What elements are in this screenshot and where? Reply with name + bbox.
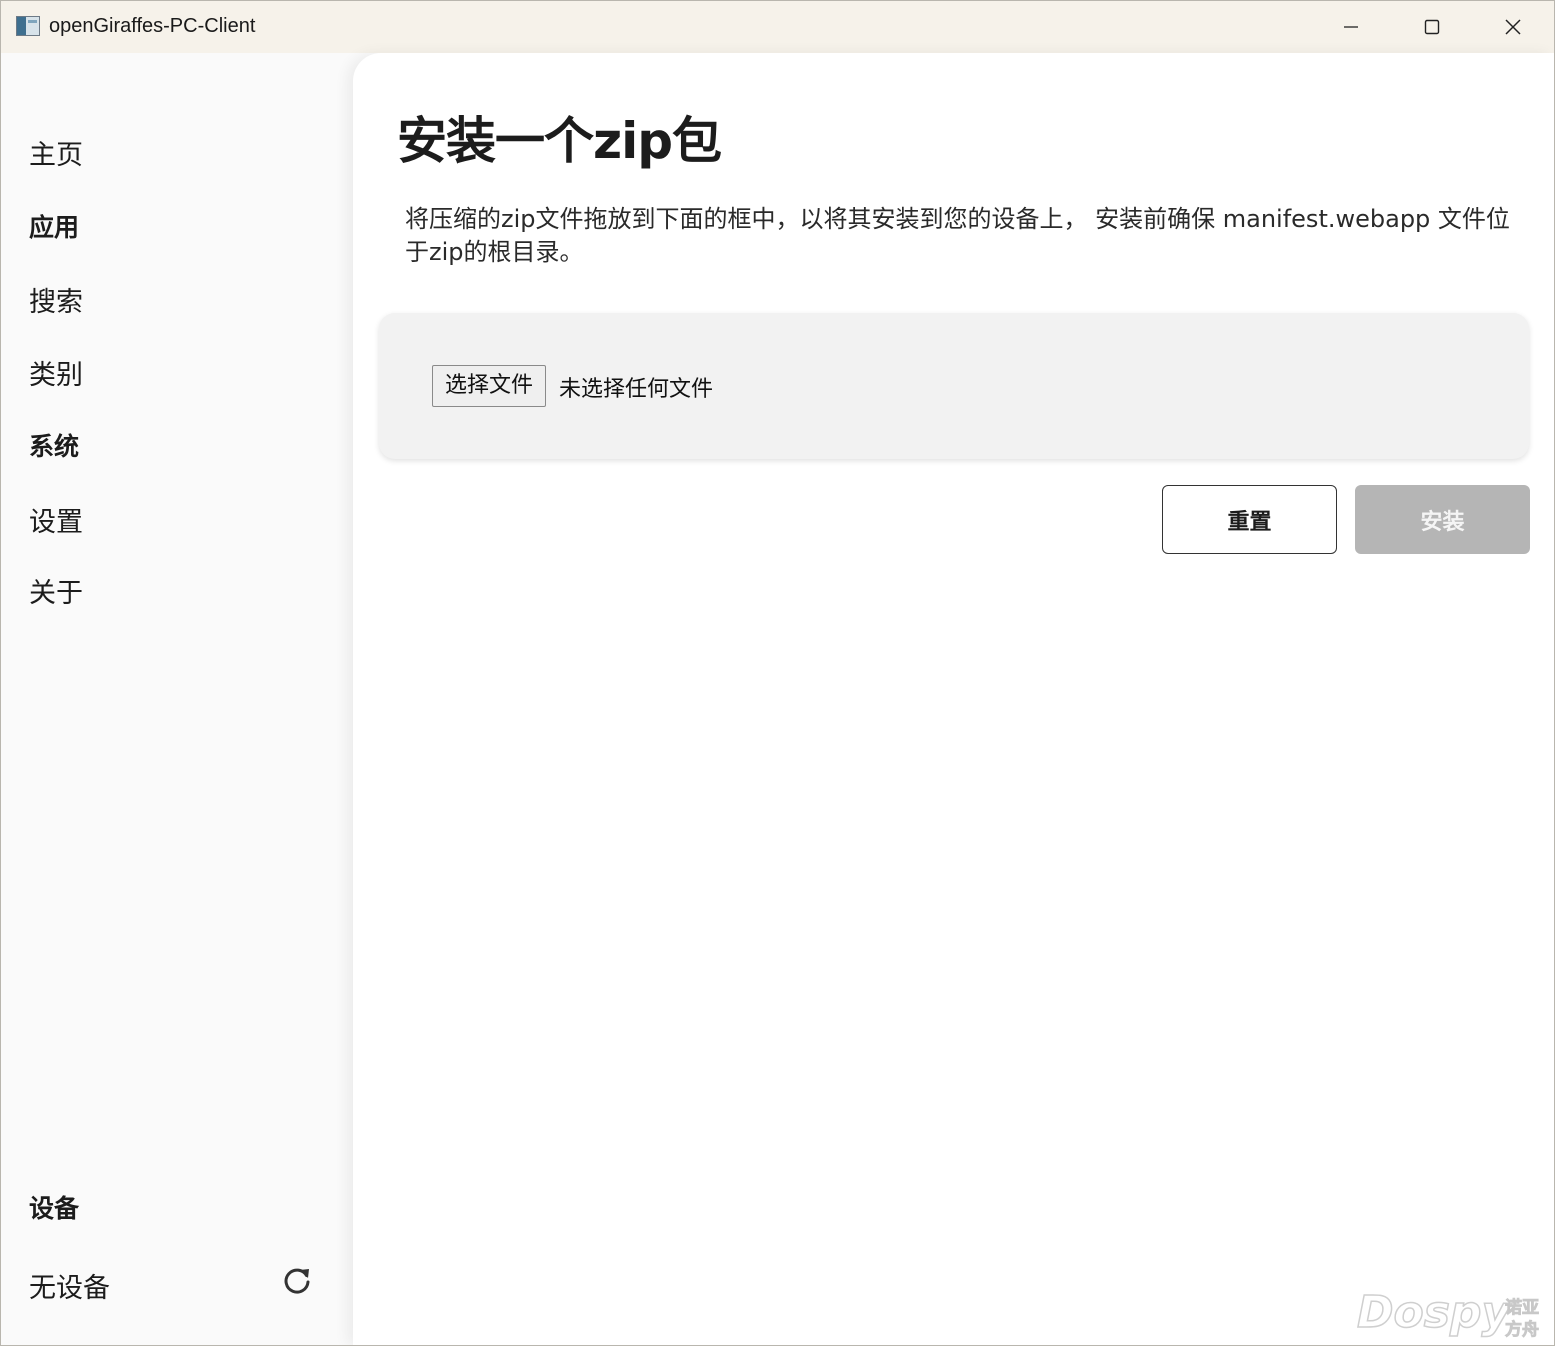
minimize-icon <box>1344 26 1358 28</box>
maximize-icon <box>1424 19 1440 35</box>
choose-file-button[interactable]: 选择文件 <box>432 365 547 407</box>
zip-dropzone[interactable]: 选择文件 未选择任何文件 <box>379 313 1529 459</box>
reset-button[interactable]: 重置 <box>1162 485 1337 554</box>
sidebar-item-settings[interactable]: 设置 <box>29 500 83 539</box>
close-icon <box>1505 19 1521 35</box>
app-icon <box>16 16 40 36</box>
main-panel: 安装一个zip包 将压缩的zip文件拖放到下面的框中，以将其安装到您的设备上， … <box>353 53 1554 1345</box>
title-bar: openGiraffes-PC-Client <box>1 1 1554 53</box>
sidebar: 主页 应用 搜索 类别 系统 设置 关于 设备 无设备 <box>1 53 353 1345</box>
install-button[interactable]: 安装 <box>1355 485 1530 554</box>
sidebar-header-system: 系统 <box>29 432 80 461</box>
app-window: openGiraffes-PC-Client 主页 应用 搜索 类别 系统 设置… <box>0 0 1555 1346</box>
sidebar-item-about[interactable]: 关于 <box>29 571 83 610</box>
maximize-button[interactable] <box>1392 1 1472 53</box>
sidebar-header-devices: 设备 <box>29 1194 80 1223</box>
sidebar-item-home[interactable]: 主页 <box>29 133 83 172</box>
install-description: 将压缩的zip文件拖放到下面的框中，以将其安装到您的设备上， 安装前确保 man… <box>405 205 1510 266</box>
sidebar-item-categories[interactable]: 类别 <box>29 353 83 392</box>
page-title: 安装一个zip包 <box>397 112 722 170</box>
sidebar-item-search[interactable]: 搜索 <box>29 280 83 319</box>
reset-button-label: 重置 <box>1227 509 1272 535</box>
device-status: 无设备 <box>29 1273 110 1304</box>
minimize-button[interactable] <box>1311 1 1391 53</box>
install-button-label: 安装 <box>1420 509 1465 535</box>
refresh-icon[interactable] <box>281 1266 313 1298</box>
window-title: openGiraffes-PC-Client <box>49 15 256 37</box>
close-button[interactable] <box>1473 1 1553 53</box>
sidebar-header-apps: 应用 <box>29 213 80 242</box>
file-status-text: 未选择任何文件 <box>559 377 714 402</box>
